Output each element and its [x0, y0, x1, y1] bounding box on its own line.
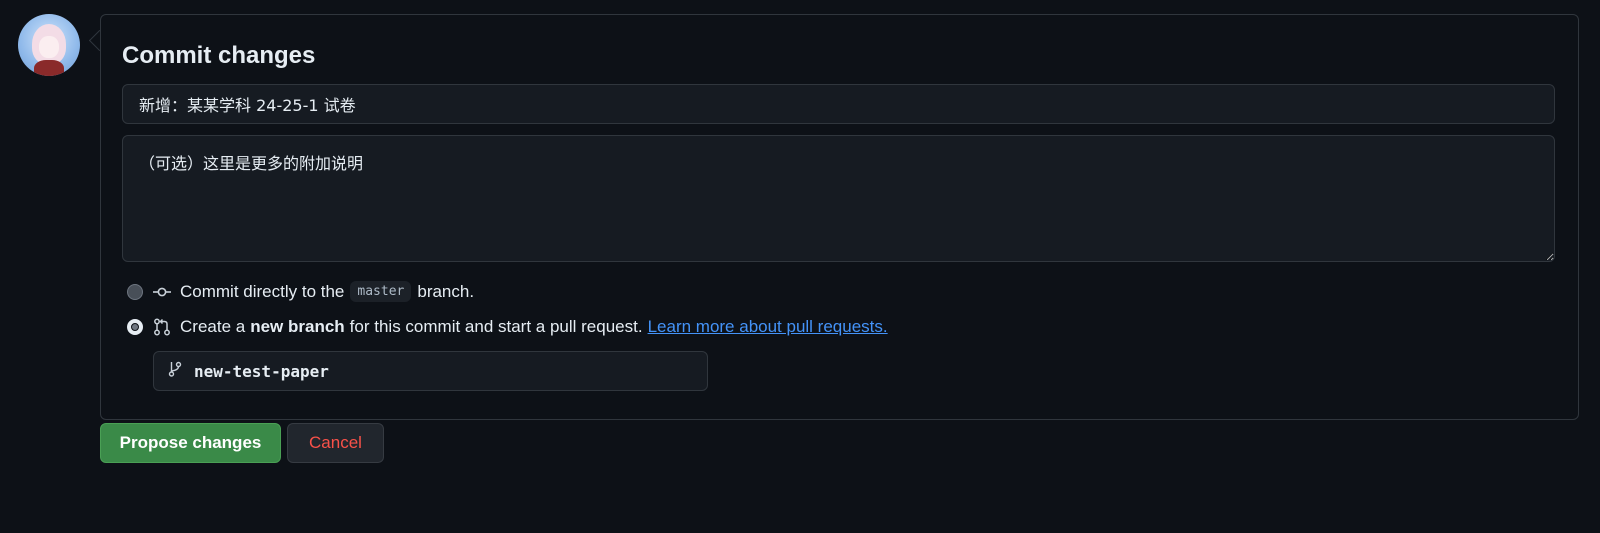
radio-commit-direct[interactable] — [127, 283, 143, 300]
commit-changes-panel: Commit changes （可选）这里是更多的附加说明 Commit dir… — [100, 14, 1579, 420]
commit-description-textarea[interactable]: （可选）这里是更多的附加说明 — [122, 135, 1555, 262]
new-branch-suffix: for this commit and start a pull request… — [349, 317, 643, 336]
branch-name-input[interactable] — [192, 360, 696, 382]
learn-more-pull-requests-link[interactable]: Learn more about pull requests. — [648, 317, 888, 337]
commit-summary-input[interactable] — [122, 84, 1555, 124]
cancel-button[interactable]: Cancel — [287, 423, 384, 463]
avatar-face — [39, 36, 59, 58]
git-pull-request-icon — [153, 318, 171, 336]
propose-changes-button[interactable]: Propose changes — [100, 423, 281, 463]
direct-option-suffix: branch. — [417, 281, 475, 301]
avatar-body — [34, 60, 64, 76]
new-branch-prefix: Create a — [180, 317, 246, 336]
direct-option-prefix: Commit directly to the — [180, 281, 345, 301]
branch-name-field[interactable] — [153, 351, 708, 391]
git-commit-icon — [153, 284, 171, 300]
option-commit-direct[interactable]: Commit directly to the master branch. — [127, 281, 474, 302]
panel-title: Commit changes — [122, 42, 316, 69]
user-avatar[interactable] — [18, 14, 80, 76]
option-new-branch[interactable]: Create a new branch for this commit and … — [127, 317, 888, 337]
new-branch-bold: new branch — [250, 317, 345, 336]
radio-new-branch[interactable] — [127, 319, 143, 335]
git-branch-icon — [168, 361, 182, 382]
branch-code-chip: master — [350, 281, 412, 302]
